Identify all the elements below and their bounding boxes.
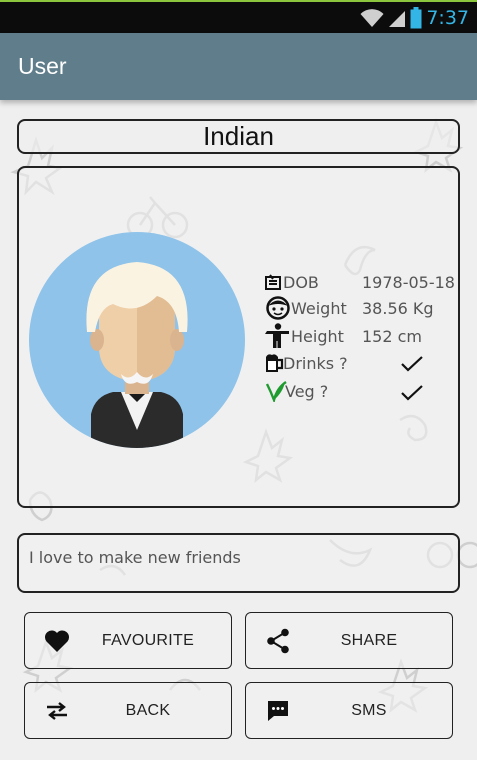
person-icon [265, 323, 291, 348]
bio-box: I love to make new friends [17, 533, 460, 593]
weight-value: 38.56 Kg [362, 299, 434, 318]
clock: 7:37 [426, 6, 469, 29]
veg-label: Veg ? [285, 381, 329, 401]
veg-row: Veg ? [265, 379, 328, 403]
swap-arrows-icon [43, 697, 71, 725]
wifi-icon [360, 8, 384, 27]
veg-check-icon [401, 385, 423, 401]
drinks-label: Drinks ? [283, 353, 348, 373]
user-name: Indian [203, 121, 274, 151]
battery-icon [410, 6, 422, 28]
status-bar: 7:37 [0, 0, 477, 33]
heart-icon [43, 627, 71, 655]
height-row: Height [265, 323, 344, 348]
face-icon [265, 296, 291, 320]
dob-label: DOB [283, 272, 319, 292]
message-icon [264, 697, 292, 725]
drinks-check-icon [401, 356, 423, 372]
height-label: Height [291, 326, 344, 346]
user-name-box: Indian [17, 119, 460, 154]
favourite-button[interactable]: FAVOURITE [24, 612, 232, 669]
weight-label: Weight [291, 298, 347, 318]
signal-icon [389, 10, 406, 27]
share-button[interactable]: SHARE [245, 612, 453, 669]
dob-value: 1978-05-18 [362, 273, 455, 292]
drinks-row: Drinks ? [265, 351, 348, 375]
sms-button[interactable]: SMS [245, 682, 453, 739]
share-icon [264, 627, 292, 655]
page-title: User [18, 53, 67, 79]
dob-row: DOB [265, 270, 319, 294]
weight-row: Weight [265, 296, 347, 320]
avatar [29, 232, 245, 448]
back-button[interactable]: BACK [24, 682, 232, 739]
app-bar: User [0, 33, 477, 100]
profile-card: DOB 1978-05-18 Weight 38.56 Kg Height 15… [17, 166, 460, 508]
bio-text: I love to make new friends [29, 548, 241, 567]
height-value: 152 cm [362, 327, 423, 346]
